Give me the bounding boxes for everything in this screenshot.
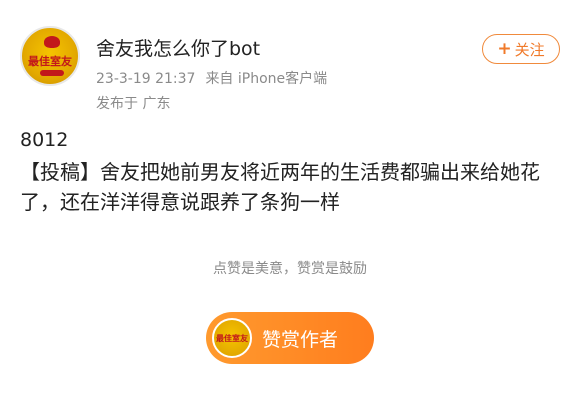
post-meta: 23-3-19 21:37 来自 iPhone客户端 [96, 68, 327, 88]
reward-tip: 点赞是美意，赞赏是鼓励 [213, 261, 367, 277]
post-timestamp: 23-3-19 21:37 [96, 71, 196, 87]
author-avatar[interactable]: 最佳室友 [20, 26, 80, 86]
avatar-ribbon-icon [40, 70, 64, 76]
follow-button-label: 关注 [514, 40, 545, 59]
avatar-emblem-icon [44, 36, 60, 48]
follow-button[interactable]: + 关注 [482, 34, 560, 64]
post-location: 发布于 广东 [96, 96, 171, 112]
reward-avatar-icon: 最佳室友 [212, 318, 252, 358]
reward-author-button[interactable]: 最佳室友 赞赏作者 [206, 312, 374, 364]
reward-avatar-text: 最佳室友 [216, 333, 248, 343]
reward-button-label: 赞赏作者 [262, 328, 339, 351]
post-body: 【投稿】舍友把她前男友将近两年的生活费都骗出来给她花了，还在洋洋得意说跟养了条狗… [20, 160, 540, 214]
post-source: 来自 iPhone客户端 [205, 71, 328, 87]
author-name[interactable]: 舍友我怎么你了bot [96, 34, 260, 61]
plus-icon: + [497, 38, 512, 59]
avatar-text: 最佳室友 [28, 55, 72, 68]
post-number: 8012 [20, 129, 69, 151]
